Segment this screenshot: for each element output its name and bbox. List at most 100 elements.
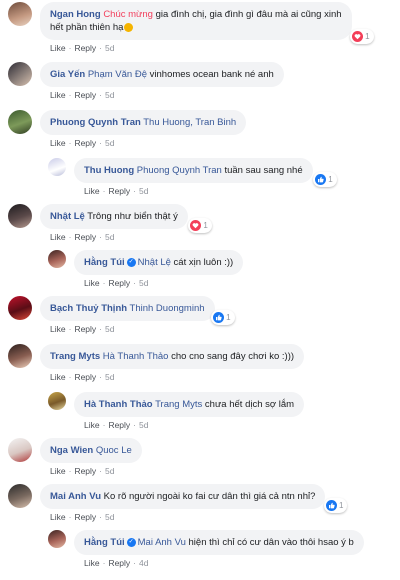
comment-author[interactable]: Gia Yến bbox=[50, 69, 85, 80]
comment-text: cho cno sang đây chơi ko :))) bbox=[168, 351, 295, 362]
comment-bubble: Nga Wien Quoc Le bbox=[40, 438, 142, 463]
comment-mention[interactable]: Trang Myts bbox=[155, 399, 202, 410]
reply-link[interactable]: Reply bbox=[108, 278, 130, 288]
comment-text: gia đình chị, gia đình gì đâu mà ai cũng… bbox=[152, 9, 342, 20]
reply-thu-huong: Thu Huong Phuong Quynh Tran tuần sau san… bbox=[48, 158, 337, 196]
comment-time[interactable]: 4d bbox=[139, 558, 148, 568]
like-link[interactable]: Like bbox=[50, 466, 66, 476]
like-link[interactable]: Like bbox=[50, 43, 66, 53]
comment-actions: Like · Reply · 5d bbox=[50, 43, 115, 53]
avatar[interactable] bbox=[48, 530, 66, 548]
comment-mention[interactable]: Thu Huong, Tran Binh bbox=[143, 117, 236, 128]
comment-text: cát xịn luôn :)) bbox=[170, 257, 234, 268]
comment-bach-thuy-thinh: Bạch Thuỷ Thịnh Thinh Duongminh 1 Like · R… bbox=[8, 296, 235, 334]
like-link[interactable]: Like bbox=[50, 90, 66, 100]
comment-author[interactable]: Phuong Quynh Tran bbox=[50, 117, 141, 128]
avatar[interactable] bbox=[8, 110, 32, 134]
like-link[interactable]: Like bbox=[50, 372, 66, 382]
comment-author[interactable]: Mai Anh Vu bbox=[50, 491, 101, 502]
comment-mention[interactable]: Phạm Văn Đệ bbox=[88, 69, 147, 80]
comment-text: Trông như biển thật ý bbox=[84, 211, 178, 222]
reply-link[interactable]: Reply bbox=[74, 232, 96, 242]
reply-link[interactable]: Reply bbox=[74, 372, 96, 382]
reaction-count-value: 1 bbox=[226, 313, 231, 322]
comment-author[interactable]: Nga Wien bbox=[50, 445, 93, 456]
avatar[interactable] bbox=[48, 250, 66, 268]
comment-bubble: Nhật Lệ Trông như biển thật ý 1 bbox=[40, 204, 212, 233]
comment-time[interactable]: 5d bbox=[105, 90, 114, 100]
reply-link[interactable]: Reply bbox=[74, 466, 96, 476]
like-link[interactable]: Like bbox=[84, 278, 100, 288]
comment-time[interactable]: 5d bbox=[139, 186, 148, 196]
comment-actions: Like · Reply · 5d bbox=[50, 372, 115, 382]
comment-time[interactable]: 5d bbox=[105, 512, 114, 522]
avatar[interactable] bbox=[8, 438, 32, 462]
reaction-count[interactable]: 1 bbox=[211, 310, 235, 325]
like-reaction-icon bbox=[213, 312, 225, 323]
comment-bubble: Mai Anh Vu Ko rõ người ngoài ko fai cư d… bbox=[40, 484, 348, 513]
avatar[interactable] bbox=[8, 62, 32, 86]
reaction-count[interactable]: 1 bbox=[188, 218, 212, 233]
like-link[interactable]: Like bbox=[50, 232, 66, 242]
reply-link[interactable]: Reply bbox=[108, 420, 130, 430]
avatar[interactable] bbox=[8, 484, 32, 508]
comment-author[interactable]: Thu Huong bbox=[84, 165, 134, 176]
comment-time[interactable]: 5d bbox=[105, 138, 114, 148]
like-link[interactable]: Like bbox=[84, 558, 100, 568]
reply-link[interactable]: Reply bbox=[74, 90, 96, 100]
like-reaction-icon bbox=[315, 174, 327, 185]
comment-actions: Like · Reply · 5d bbox=[50, 324, 115, 334]
comment-author[interactable]: Trang Myts bbox=[50, 351, 100, 362]
like-link[interactable]: Like bbox=[50, 512, 66, 522]
avatar[interactable] bbox=[8, 204, 32, 228]
comment-author[interactable]: Ngan Hong bbox=[50, 9, 101, 20]
comment-author[interactable]: Hằng Túi bbox=[84, 257, 125, 268]
avatar[interactable] bbox=[8, 296, 32, 320]
reply-link[interactable]: Reply bbox=[108, 558, 130, 568]
comment-time[interactable]: 5d bbox=[105, 43, 114, 53]
like-link[interactable]: Like bbox=[84, 420, 100, 430]
avatar[interactable] bbox=[48, 158, 66, 176]
comment-mention[interactable]: Hà Thanh Thảo bbox=[103, 351, 169, 362]
comment-time[interactable]: 5d bbox=[139, 420, 148, 430]
comment-gia-yen: Gia Yến Phạm Văn Đệ vinhomes ocean bank … bbox=[8, 62, 284, 100]
reaction-count[interactable]: 1 bbox=[350, 29, 374, 44]
comment-actions: Like · Reply · 5d bbox=[84, 278, 149, 288]
comment-author[interactable]: Bạch Thuỷ Thịnh bbox=[50, 303, 127, 314]
comment-phuong-quynh-tran: Phuong Quynh Tran Thu Huong, Tran Binh L… bbox=[8, 110, 247, 148]
comment-mention[interactable]: Mai Anh Vu bbox=[138, 537, 186, 548]
comment-author[interactable]: Hằng Túi bbox=[84, 537, 125, 548]
avatar[interactable] bbox=[48, 392, 66, 410]
avatar[interactable] bbox=[8, 344, 32, 368]
reply-hang-tui-2: Hằng Túi ✓ Mai Anh Vu hiện thì chỉ có cư d… bbox=[48, 530, 364, 568]
comment-mention[interactable]: Quoc Le bbox=[96, 445, 132, 456]
reply-link[interactable]: Reply bbox=[74, 512, 96, 522]
comment-time[interactable]: 5d bbox=[105, 324, 114, 334]
like-link[interactable]: Like bbox=[84, 186, 100, 196]
comment-time[interactable]: 5d bbox=[105, 232, 114, 242]
comment-mention[interactable]: Nhật Lệ bbox=[138, 257, 171, 268]
avatar[interactable] bbox=[8, 2, 32, 26]
comment-bubble: Hằng Túi ✓ Nhật Lệ cát xịn luôn :)) bbox=[74, 250, 244, 275]
comment-bubble: Thu Huong Phuong Quynh Tran tuần sau san… bbox=[74, 158, 337, 187]
reply-link[interactable]: Reply bbox=[108, 186, 130, 196]
comment-author[interactable]: Hà Thanh Thảo bbox=[84, 399, 153, 410]
heart-reaction-icon bbox=[352, 31, 364, 42]
verified-badge-icon: ✓ bbox=[126, 257, 136, 267]
comment-time[interactable]: 5d bbox=[105, 372, 114, 382]
comment-mention[interactable]: Thinh Duongminh bbox=[130, 303, 205, 314]
comment-time[interactable]: 5d bbox=[139, 278, 148, 288]
reply-link[interactable]: Reply bbox=[74, 43, 96, 53]
reply-link[interactable]: Reply bbox=[74, 138, 96, 148]
reaction-count[interactable]: 1 bbox=[313, 172, 337, 187]
like-link[interactable]: Like bbox=[50, 324, 66, 334]
comment-actions: Like · Reply · 5d bbox=[50, 466, 115, 476]
reply-link[interactable]: Reply bbox=[74, 324, 96, 334]
comment-text: tuần sau sang nhé bbox=[221, 165, 303, 176]
reaction-count[interactable]: 1 bbox=[323, 498, 348, 513]
comment-author[interactable]: Nhật Lệ bbox=[50, 211, 85, 222]
like-link[interactable]: Like bbox=[50, 138, 66, 148]
comment-mention[interactable]: Phuong Quynh Tran bbox=[137, 165, 222, 176]
comment-time[interactable]: 5d bbox=[105, 466, 114, 476]
heart-eyes-emoji-icon bbox=[124, 22, 134, 32]
